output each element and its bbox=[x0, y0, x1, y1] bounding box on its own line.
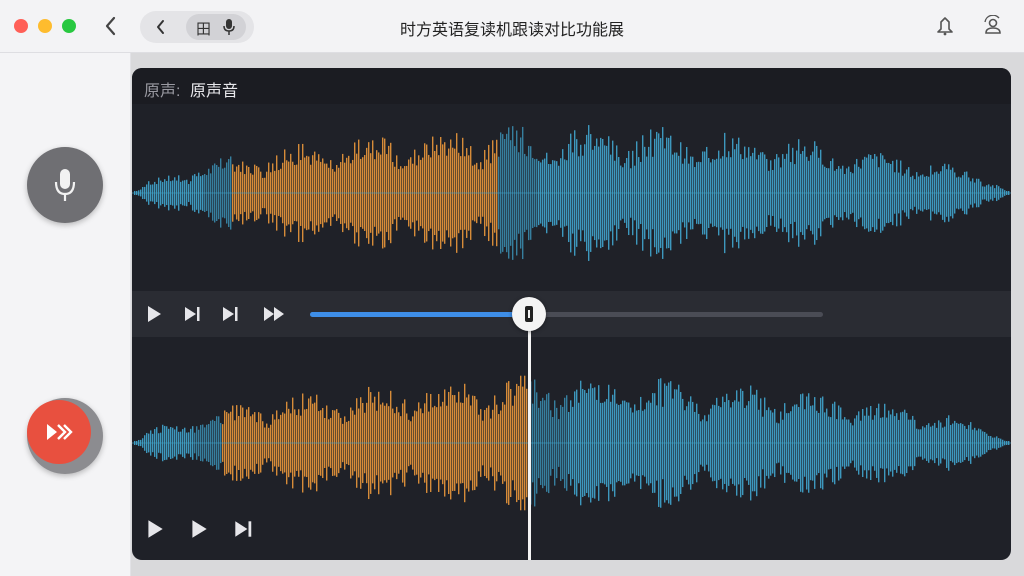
skip-next-icon[interactable] bbox=[220, 304, 240, 324]
pause-icon bbox=[525, 306, 533, 322]
fast-forward-play-icon bbox=[47, 424, 73, 440]
header-prefix: 原声: bbox=[144, 83, 181, 100]
play-icon[interactable] bbox=[144, 518, 166, 540]
window-title: 时方英语复读机跟读对比功能展 bbox=[399, 22, 624, 39]
sidebar bbox=[0, 53, 131, 576]
playhead-handle[interactable] bbox=[512, 297, 546, 331]
user-sync-icon[interactable] bbox=[982, 15, 1004, 37]
waveform-panel: 原声: 原声音 bbox=[132, 68, 1011, 560]
playhead-line bbox=[528, 306, 531, 560]
playback-control-bar bbox=[132, 291, 1011, 337]
panel-header: 原声: 原声音 bbox=[132, 68, 1011, 104]
playback-inner bbox=[27, 400, 91, 464]
bell-icon[interactable] bbox=[934, 15, 956, 37]
original-waveform[interactable] bbox=[132, 108, 1011, 278]
play-icon[interactable] bbox=[188, 518, 210, 540]
skip-next-icon[interactable] bbox=[232, 518, 254, 540]
skip-next-icon[interactable] bbox=[182, 304, 202, 324]
playback-button[interactable] bbox=[27, 398, 103, 474]
play-icon[interactable] bbox=[144, 304, 164, 324]
recording-waveform[interactable] bbox=[132, 358, 1011, 528]
mic-icon bbox=[54, 169, 76, 201]
progress-track[interactable] bbox=[310, 312, 823, 317]
progress-fill bbox=[310, 312, 531, 317]
fast-forward-icon[interactable] bbox=[262, 304, 288, 324]
header-track-name: 原声音 bbox=[190, 83, 239, 100]
record-button[interactable] bbox=[27, 147, 103, 223]
title-bar: 田 时方英语复读机跟读对比功能展 bbox=[0, 0, 1024, 53]
